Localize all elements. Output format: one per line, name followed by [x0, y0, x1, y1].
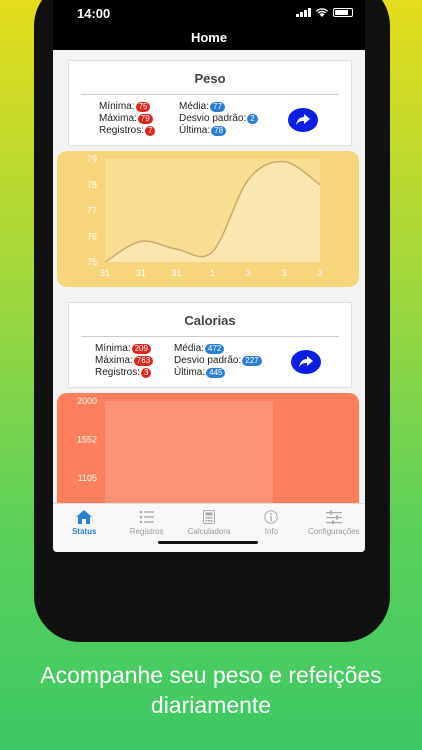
tab-info[interactable]: Info: [240, 504, 302, 552]
y-tick-label: 79: [87, 154, 97, 164]
peso-share-button[interactable]: [288, 108, 318, 132]
peso-chart-svg: 797877767531 31 31 1 3 3 3: [87, 154, 323, 278]
status-time: 14:00: [77, 6, 111, 21]
info-icon: [264, 510, 279, 524]
badge: 2: [247, 114, 258, 124]
x-tick-label: 31: [136, 268, 146, 278]
y-tick-label: 75: [87, 257, 97, 267]
y-tick-label: 2000: [77, 396, 97, 406]
calorias-share-button[interactable]: [291, 350, 321, 374]
peso-card: Peso Mínima: 75 Máxima: 79 Registros: 7 Méd…: [68, 60, 352, 146]
nav-bar: Home: [53, 26, 365, 50]
tab-label: Registros: [129, 527, 164, 536]
tab-label: Calculadora: [187, 527, 231, 536]
peso-minima: Mínima: 75: [99, 101, 151, 112]
home-icon: [76, 510, 93, 524]
home-indicator: [158, 541, 258, 544]
badge: 7: [145, 126, 156, 136]
plot-area: [105, 401, 273, 504]
peso-title: Peso: [194, 71, 226, 86]
badge: 227: [242, 356, 262, 366]
x-tick-label: 3: [282, 268, 287, 278]
tab-registros[interactable]: Registros: [115, 504, 177, 552]
calorias-chart: 200015521105657209: [57, 393, 359, 504]
x-tick-label: 31: [172, 268, 182, 278]
y-tick-label: 1552: [77, 435, 97, 445]
y-tick-label: 1105: [78, 473, 97, 483]
status-bar: 14:00: [53, 0, 365, 26]
badge: 209: [131, 344, 151, 354]
peso-desvio: Desvio padrão: 2: [179, 113, 258, 124]
calorias-media: Média: 472: [174, 343, 225, 354]
x-tick-label: 3: [317, 268, 322, 278]
y-tick-label: 77: [87, 206, 97, 216]
y-tick-label: 76: [87, 231, 97, 241]
x-tick-label: 1: [210, 268, 215, 278]
promo-caption: Acompanhe seu peso e refeições diariamen…: [0, 660, 422, 720]
calorias-chart-svg: 200015521105657209: [77, 396, 273, 504]
status-icons: [296, 7, 353, 17]
badge: 75: [135, 102, 151, 112]
calorias-desvio: Desvio padrão: 227: [174, 355, 262, 366]
peso-chart: 79 78 77 76 75 31 31 31 1 3 3 3: [57, 151, 359, 287]
x-tick-label: 3: [246, 268, 251, 278]
peso-registros: Registros: 7: [99, 125, 156, 136]
app-screen: 14:00 Home Peso Mínima: 75 Máxima: 79 Regi…: [53, 0, 365, 552]
calorias-maxima: Máxima: 763: [95, 355, 154, 366]
tab-bar: Status Registros Calculadora Info Config…: [53, 503, 365, 552]
calorias-minima: Mínima: 209: [95, 343, 151, 354]
y-tick-label: 78: [87, 180, 97, 190]
badge: 763: [133, 356, 154, 366]
sliders-icon: [325, 510, 342, 524]
badge: 3: [141, 368, 152, 378]
share-arrow-icon: [296, 114, 310, 125]
calorias-card: Calorias Mínima: 209 Máxima: 763 Registros…: [68, 302, 352, 388]
badge: 77: [210, 102, 225, 112]
peso-ultima: Última: 78: [179, 125, 227, 136]
badge: 78: [211, 126, 227, 136]
scroll-content[interactable]: Peso Mínima: 75 Máxima: 79 Registros: 7 Méd…: [53, 50, 365, 504]
tab-calculadora[interactable]: Calculadora: [178, 504, 240, 552]
badge: 445: [206, 368, 226, 378]
tab-label: Status: [71, 527, 97, 536]
list-icon: [139, 510, 154, 524]
tab-label: Info: [264, 527, 279, 536]
tab-configuracoes[interactable]: Configurações: [303, 504, 365, 552]
page-title: Home: [190, 30, 228, 45]
caption-line-2: diariamente: [150, 692, 272, 718]
peso-media: Média: 77: [179, 101, 225, 112]
badge: 79: [137, 114, 153, 124]
wifi-icon: [316, 7, 328, 17]
calculator-icon: [203, 510, 216, 524]
share-arrow-icon: [299, 356, 313, 367]
calorias-title: Calorias: [184, 313, 236, 328]
battery-icon: [333, 7, 353, 17]
badge: 472: [205, 344, 225, 354]
calorias-ultima: Última: 445: [174, 367, 226, 378]
tab-label: Configurações: [308, 527, 360, 536]
caption-line-1: Acompanhe seu peso e refeições: [40, 662, 382, 688]
calorias-registros: Registros: 3: [95, 367, 152, 378]
divider: [81, 336, 339, 337]
x-tick-label: 31: [100, 268, 110, 278]
tab-status[interactable]: Status: [53, 504, 115, 552]
divider: [81, 94, 339, 95]
peso-maxima: Máxima: 79: [99, 113, 153, 124]
signal-icon: [296, 7, 311, 17]
